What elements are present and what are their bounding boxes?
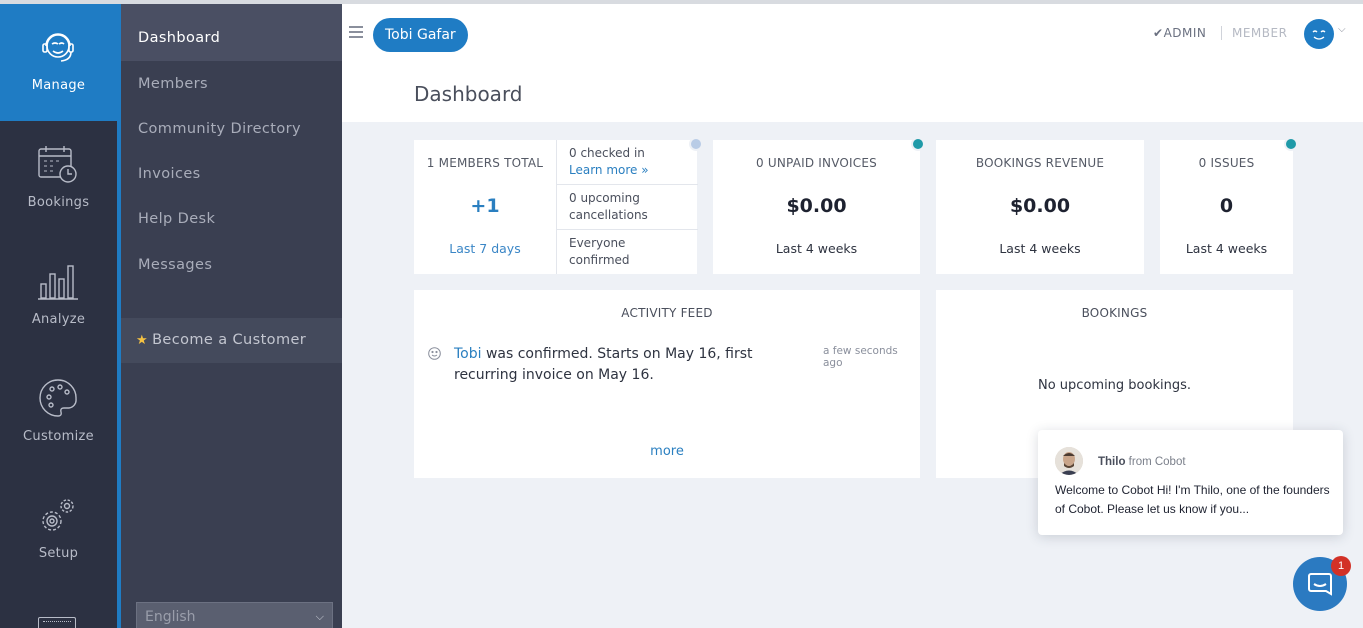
activity-feed-panel: ACTIVITY FEED Tobi was confirmed. Starts… xyxy=(414,290,920,478)
subnav-item-help-desk[interactable]: Help Desk xyxy=(121,197,342,242)
role-member-toggle[interactable]: MEMBER xyxy=(1232,26,1287,40)
secondary-nav: Dashboard Members Community Directory In… xyxy=(117,4,342,628)
unread-count-badge: 1 xyxy=(1331,556,1351,576)
unpaid-invoices-value: $0.00 xyxy=(786,195,847,217)
checkin-list: 0 checked in Learn more » 0 upcoming can… xyxy=(556,140,698,275)
role-admin-label: ADMIN xyxy=(1163,26,1207,40)
activity-timestamp: a few seconds ago xyxy=(823,345,898,369)
avatar[interactable] xyxy=(1304,19,1334,49)
members-card: 1 MEMBERS TOTAL +1 Last 7 days 0 checked… xyxy=(414,137,703,275)
subnav-item-invoices[interactable]: Invoices xyxy=(121,152,342,197)
subnav-item-dashboard[interactable]: Dashboard xyxy=(121,4,342,61)
rail-label-analyze: Analyze xyxy=(31,312,86,327)
rail-setup[interactable]: Setup xyxy=(0,472,117,589)
top-header: Tobi Gafar ✔ADMIN MEMBER ⌵ Dashboard xyxy=(342,4,1363,122)
role-admin-toggle[interactable]: ✔ADMIN xyxy=(1153,26,1206,40)
checked-in-text: 0 checked in xyxy=(569,146,645,160)
members-total-label: 1 MEMBERS TOTAL xyxy=(426,156,544,170)
chat-sender: Thilo from Cobot xyxy=(1098,456,1186,468)
bookings-revenue-period: Last 4 weeks xyxy=(999,241,1081,256)
chat-message-text: Welcome to Cobot Hi! I'm Thilo, one of t… xyxy=(1055,483,1330,516)
calendar-clock-icon xyxy=(38,146,77,183)
smile-face-icon xyxy=(1312,30,1326,40)
bookings-revenue-label: BOOKINGS REVENUE xyxy=(975,156,1105,170)
subnav-item-messages[interactable]: Messages xyxy=(121,243,342,288)
chat-message-popup[interactable]: Thilo from Cobot Welcome to Cobot Hi! I'… xyxy=(1038,430,1343,535)
list-item: 0 checked in Learn more » xyxy=(557,140,698,185)
no-bookings-text: No upcoming bookings. xyxy=(1038,378,1191,393)
activity-member-link[interactable]: Tobi xyxy=(454,346,482,362)
issues-label: 0 ISSUES xyxy=(1198,156,1255,170)
bar-chart-icon xyxy=(38,265,78,300)
rail-label-customize: Customize xyxy=(23,429,94,444)
issues-value: 0 xyxy=(1219,195,1234,217)
activity-more-link[interactable]: more xyxy=(414,444,920,459)
headset-agent-icon xyxy=(42,33,74,62)
issues-period: Last 4 weeks xyxy=(1185,241,1268,256)
rail-label-setup: Setup xyxy=(38,546,79,561)
status-dot xyxy=(911,137,925,151)
become-customer-button[interactable]: ★ Become a Customer xyxy=(121,318,342,363)
unpaid-invoices-card[interactable]: 0 UNPAID INVOICES $0.00 Last 4 weeks xyxy=(713,137,925,274)
smile-face-icon xyxy=(428,347,441,360)
rail-label-bookings: Bookings xyxy=(27,195,90,210)
subnav-item-members[interactable]: Members xyxy=(121,62,342,107)
members-total-value: +1 xyxy=(470,195,500,217)
gears-icon xyxy=(42,499,74,531)
bookings-title: BOOKINGS xyxy=(1081,306,1148,320)
window-icon[interactable] xyxy=(38,617,76,628)
checkmark-icon: ✔ xyxy=(1153,26,1164,40)
unpaid-invoices-period: Last 4 weeks xyxy=(775,241,858,256)
rail-analyze[interactable]: Analyze xyxy=(0,238,117,355)
become-customer-label: Become a Customer xyxy=(152,332,307,348)
bookings-revenue-card[interactable]: BOOKINGS REVENUE $0.00 Last 4 weeks xyxy=(936,140,1144,274)
rail-manage[interactable]: Manage xyxy=(0,4,117,121)
status-dot xyxy=(1284,137,1298,151)
star-icon: ★ xyxy=(136,333,149,348)
rail-customize[interactable]: Customize xyxy=(0,355,117,472)
members-period-link[interactable]: Last 7 days xyxy=(414,241,556,256)
upcoming-cancellations-text: 0 upcoming cancellations xyxy=(569,191,648,222)
activity-feed-title: ACTIVITY FEED xyxy=(621,306,713,320)
chevron-down-icon: ⌵ xyxy=(315,610,324,623)
hamburger-menu-icon[interactable] xyxy=(349,26,363,38)
members-stat: 1 MEMBERS TOTAL +1 Last 7 days xyxy=(414,140,556,274)
unpaid-invoices-label: 0 UNPAID INVOICES xyxy=(756,156,877,170)
primary-rail: Manage Bookings Analyze Customize Setup xyxy=(0,4,117,628)
user-name-button[interactable]: Tobi Gafar xyxy=(373,18,468,52)
learn-more-link[interactable]: Learn more » xyxy=(569,162,686,179)
issues-card[interactable]: 0 ISSUES 0 Last 4 weeks xyxy=(1160,137,1298,274)
palette-icon xyxy=(39,379,77,417)
activity-entry-text: was confirmed. Starts on May 16, first r… xyxy=(454,346,753,383)
avatar xyxy=(1055,447,1083,475)
everyone-confirmed-text: Everyone confirmed xyxy=(569,236,630,267)
chat-sender-name: Thilo xyxy=(1098,456,1126,468)
list-item: Everyone confirmed xyxy=(557,230,698,275)
status-dot xyxy=(689,137,703,151)
chat-bubble-icon xyxy=(1308,573,1332,596)
bookings-revenue-value: $0.00 xyxy=(1009,195,1071,217)
role-divider xyxy=(1221,26,1222,40)
chevron-down-icon[interactable]: ⌵ xyxy=(1338,24,1346,35)
page-title: Dashboard xyxy=(414,82,523,106)
activity-entry: Tobi was confirmed. Starts on May 16, fi… xyxy=(454,344,819,386)
language-select[interactable]: English ⌵ xyxy=(136,602,333,628)
rail-bookings[interactable]: Bookings xyxy=(0,121,117,238)
person-photo-icon xyxy=(1055,447,1083,475)
rail-label-manage: Manage xyxy=(31,78,86,93)
chat-sender-org: from Cobot xyxy=(1125,456,1186,468)
list-item: 0 upcoming cancellations xyxy=(557,185,698,230)
language-value: English xyxy=(145,609,196,625)
subnav-item-community-directory[interactable]: Community Directory xyxy=(121,107,342,152)
